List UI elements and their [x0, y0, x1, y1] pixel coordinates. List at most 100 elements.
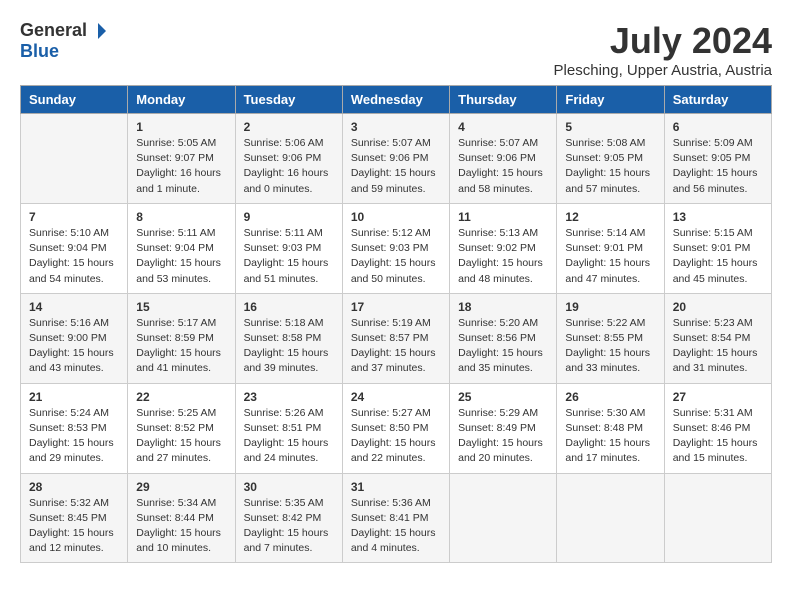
calendar-cell: 25Sunrise: 5:29 AMSunset: 8:49 PMDayligh… — [450, 383, 557, 473]
day-number: 3 — [351, 120, 441, 134]
day-number: 14 — [29, 300, 119, 314]
calendar-cell: 23 Sunrise: 5:26 AMSunset: 8:51 PMDayligh… — [235, 383, 342, 473]
day-info-line: Sunset: 8:55 PM — [565, 331, 655, 346]
day-info-line: Daylight: 16 hours — [244, 166, 334, 181]
day-number: 9 — [244, 210, 334, 224]
day-info-line: Sunrise: 5:06 AM — [244, 136, 334, 151]
calendar-cell: 28Sunrise: 5:32 AMSunset: 8:45 PMDayligh… — [21, 473, 128, 563]
day-info-line: and 56 minutes. — [673, 182, 763, 197]
day-info: Sunrise: 5:17 AMSunset: 8:59 PMDaylight:… — [136, 316, 226, 377]
day-info-line: Sunrise: 5:35 AM — [244, 496, 334, 511]
day-info: Sunrise: 5:26 AMSunset: 8:51 PMDaylight:… — [244, 406, 334, 467]
calendar-cell: 22Sunrise: 5:25 AMSunset: 8:52 PMDayligh… — [128, 383, 235, 473]
day-info: Sunrise: 5:12 AMSunset: 9:03 PMDaylight:… — [351, 226, 441, 287]
day-info-line: Sunset: 8:53 PM — [29, 421, 119, 436]
day-info-line: and 57 minutes. — [565, 182, 655, 197]
day-info-line: Sunset: 9:00 PM — [29, 331, 119, 346]
day-info-line: Sunrise: 5:26 AM — [244, 406, 334, 421]
day-number: 21 — [29, 390, 119, 404]
day-info: Sunrise: 5:23 AMSunset: 8:54 PMDaylight:… — [673, 316, 763, 377]
calendar-cell: 18Sunrise: 5:20 AMSunset: 8:56 PMDayligh… — [450, 293, 557, 383]
day-info-line: Daylight: 15 hours — [244, 346, 334, 361]
day-number: 6 — [673, 120, 763, 134]
day-info-line: Sunset: 9:01 PM — [673, 241, 763, 256]
day-info-line: Daylight: 15 hours — [244, 436, 334, 451]
day-info-line: Sunset: 8:58 PM — [244, 331, 334, 346]
day-info-line: Daylight: 15 hours — [29, 256, 119, 271]
day-number: 4 — [458, 120, 548, 134]
day-info: Sunrise: 5:30 AMSunset: 8:48 PMDaylight:… — [565, 406, 655, 467]
day-info-line: Sunrise: 5:34 AM — [136, 496, 226, 511]
day-info-line: and 58 minutes. — [458, 182, 548, 197]
day-info-line: Sunset: 9:06 PM — [351, 151, 441, 166]
main-title: July 2024 — [554, 20, 772, 62]
day-info-line: Sunset: 9:06 PM — [458, 151, 548, 166]
column-header-sunday: Sunday — [21, 86, 128, 114]
day-info: Sunrise: 5:35 AMSunset: 8:42 PMDaylight:… — [244, 496, 334, 557]
day-number: 10 — [351, 210, 441, 224]
calendar-table: SundayMondayTuesdayWednesdayThursdayFrid… — [20, 85, 772, 563]
day-info-line: and 59 minutes. — [351, 182, 441, 197]
calendar-cell: 27Sunrise: 5:31 AMSunset: 8:46 PMDayligh… — [664, 383, 771, 473]
calendar-cell — [21, 114, 128, 204]
day-info-line: Sunset: 9:03 PM — [244, 241, 334, 256]
day-info-line: Daylight: 15 hours — [136, 526, 226, 541]
day-info-line: and 0 minutes. — [244, 182, 334, 197]
calendar-week-row: 21 Sunrise: 5:24 AMSunset: 8:53 PMDayligh… — [21, 383, 772, 473]
day-info: Sunrise: 5:27 AMSunset: 8:50 PMDaylight:… — [351, 406, 441, 467]
day-info-line: Daylight: 15 hours — [565, 346, 655, 361]
calendar-cell: 12Sunrise: 5:14 AMSunset: 9:01 PMDayligh… — [557, 203, 664, 293]
day-info-line: Daylight: 15 hours — [673, 436, 763, 451]
day-info-line: Daylight: 15 hours — [673, 166, 763, 181]
day-info-line: Sunset: 8:41 PM — [351, 511, 441, 526]
day-info-line: Sunset: 8:56 PM — [458, 331, 548, 346]
day-info-line: Daylight: 15 hours — [351, 436, 441, 451]
day-info-line: Sunset: 8:57 PM — [351, 331, 441, 346]
calendar-cell: 16Sunrise: 5:18 AMSunset: 8:58 PMDayligh… — [235, 293, 342, 383]
day-info-line: Sunset: 8:49 PM — [458, 421, 548, 436]
day-info-line: Sunrise: 5:30 AM — [565, 406, 655, 421]
day-number: 13 — [673, 210, 763, 224]
day-info-line: Daylight: 15 hours — [244, 256, 334, 271]
column-header-thursday: Thursday — [450, 86, 557, 114]
day-info-line: Sunrise: 5:22 AM — [565, 316, 655, 331]
day-info: Sunrise: 5:22 AMSunset: 8:55 PMDaylight:… — [565, 316, 655, 377]
day-info-line: Sunrise: 5:11 AM — [136, 226, 226, 241]
calendar-cell: 7Sunrise: 5:10 AMSunset: 9:04 PMDaylight… — [21, 203, 128, 293]
day-info-line: Daylight: 15 hours — [29, 526, 119, 541]
day-info-line: and 20 minutes. — [458, 451, 548, 466]
day-info-line: Sunrise: 5:07 AM — [458, 136, 548, 151]
day-info-line: and 17 minutes. — [565, 451, 655, 466]
day-info-line: and 51 minutes. — [244, 272, 334, 287]
calendar-cell: 15Sunrise: 5:17 AMSunset: 8:59 PMDayligh… — [128, 293, 235, 383]
day-info-line: Sunrise: 5:12 AM — [351, 226, 441, 241]
day-info: Sunrise: 5:11 AMSunset: 9:04 PMDaylight:… — [136, 226, 226, 287]
day-info-line: Sunrise: 5:07 AM — [351, 136, 441, 151]
day-info: Sunrise: 5:29 AMSunset: 8:49 PMDaylight:… — [458, 406, 548, 467]
day-info-line: and 4 minutes. — [351, 541, 441, 556]
calendar-cell: 5Sunrise: 5:08 AMSunset: 9:05 PMDaylight… — [557, 114, 664, 204]
day-number: 23 — [244, 390, 334, 404]
day-info: Sunrise: 5:25 AMSunset: 8:52 PMDaylight:… — [136, 406, 226, 467]
day-info-line: Sunrise: 5:18 AM — [244, 316, 334, 331]
calendar-cell: 1Sunrise: 5:05 AMSunset: 9:07 PMDaylight… — [128, 114, 235, 204]
day-info-line: and 47 minutes. — [565, 272, 655, 287]
day-number: 29 — [136, 480, 226, 494]
day-info: Sunrise: 5:09 AMSunset: 9:05 PMDaylight:… — [673, 136, 763, 197]
day-info-line: and 24 minutes. — [244, 451, 334, 466]
day-info-line: Daylight: 15 hours — [136, 256, 226, 271]
day-info-line: Sunset: 9:02 PM — [458, 241, 548, 256]
logo-flag-icon — [89, 22, 107, 40]
day-info-line: and 15 minutes. — [673, 451, 763, 466]
day-info-line: Daylight: 15 hours — [29, 346, 119, 361]
day-info-line: Sunrise: 5:17 AM — [136, 316, 226, 331]
day-info: Sunrise: 5:10 AMSunset: 9:04 PMDaylight:… — [29, 226, 119, 287]
day-info-line: and 33 minutes. — [565, 361, 655, 376]
column-header-monday: Monday — [128, 86, 235, 114]
calendar-cell — [450, 473, 557, 563]
day-info-line: Daylight: 15 hours — [244, 526, 334, 541]
day-info-line: Sunset: 9:03 PM — [351, 241, 441, 256]
day-info-line: Daylight: 15 hours — [673, 346, 763, 361]
day-info: Sunrise: 5:24 AMSunset: 8:53 PMDaylight:… — [29, 406, 119, 467]
calendar-cell: 26Sunrise: 5:30 AMSunset: 8:48 PMDayligh… — [557, 383, 664, 473]
